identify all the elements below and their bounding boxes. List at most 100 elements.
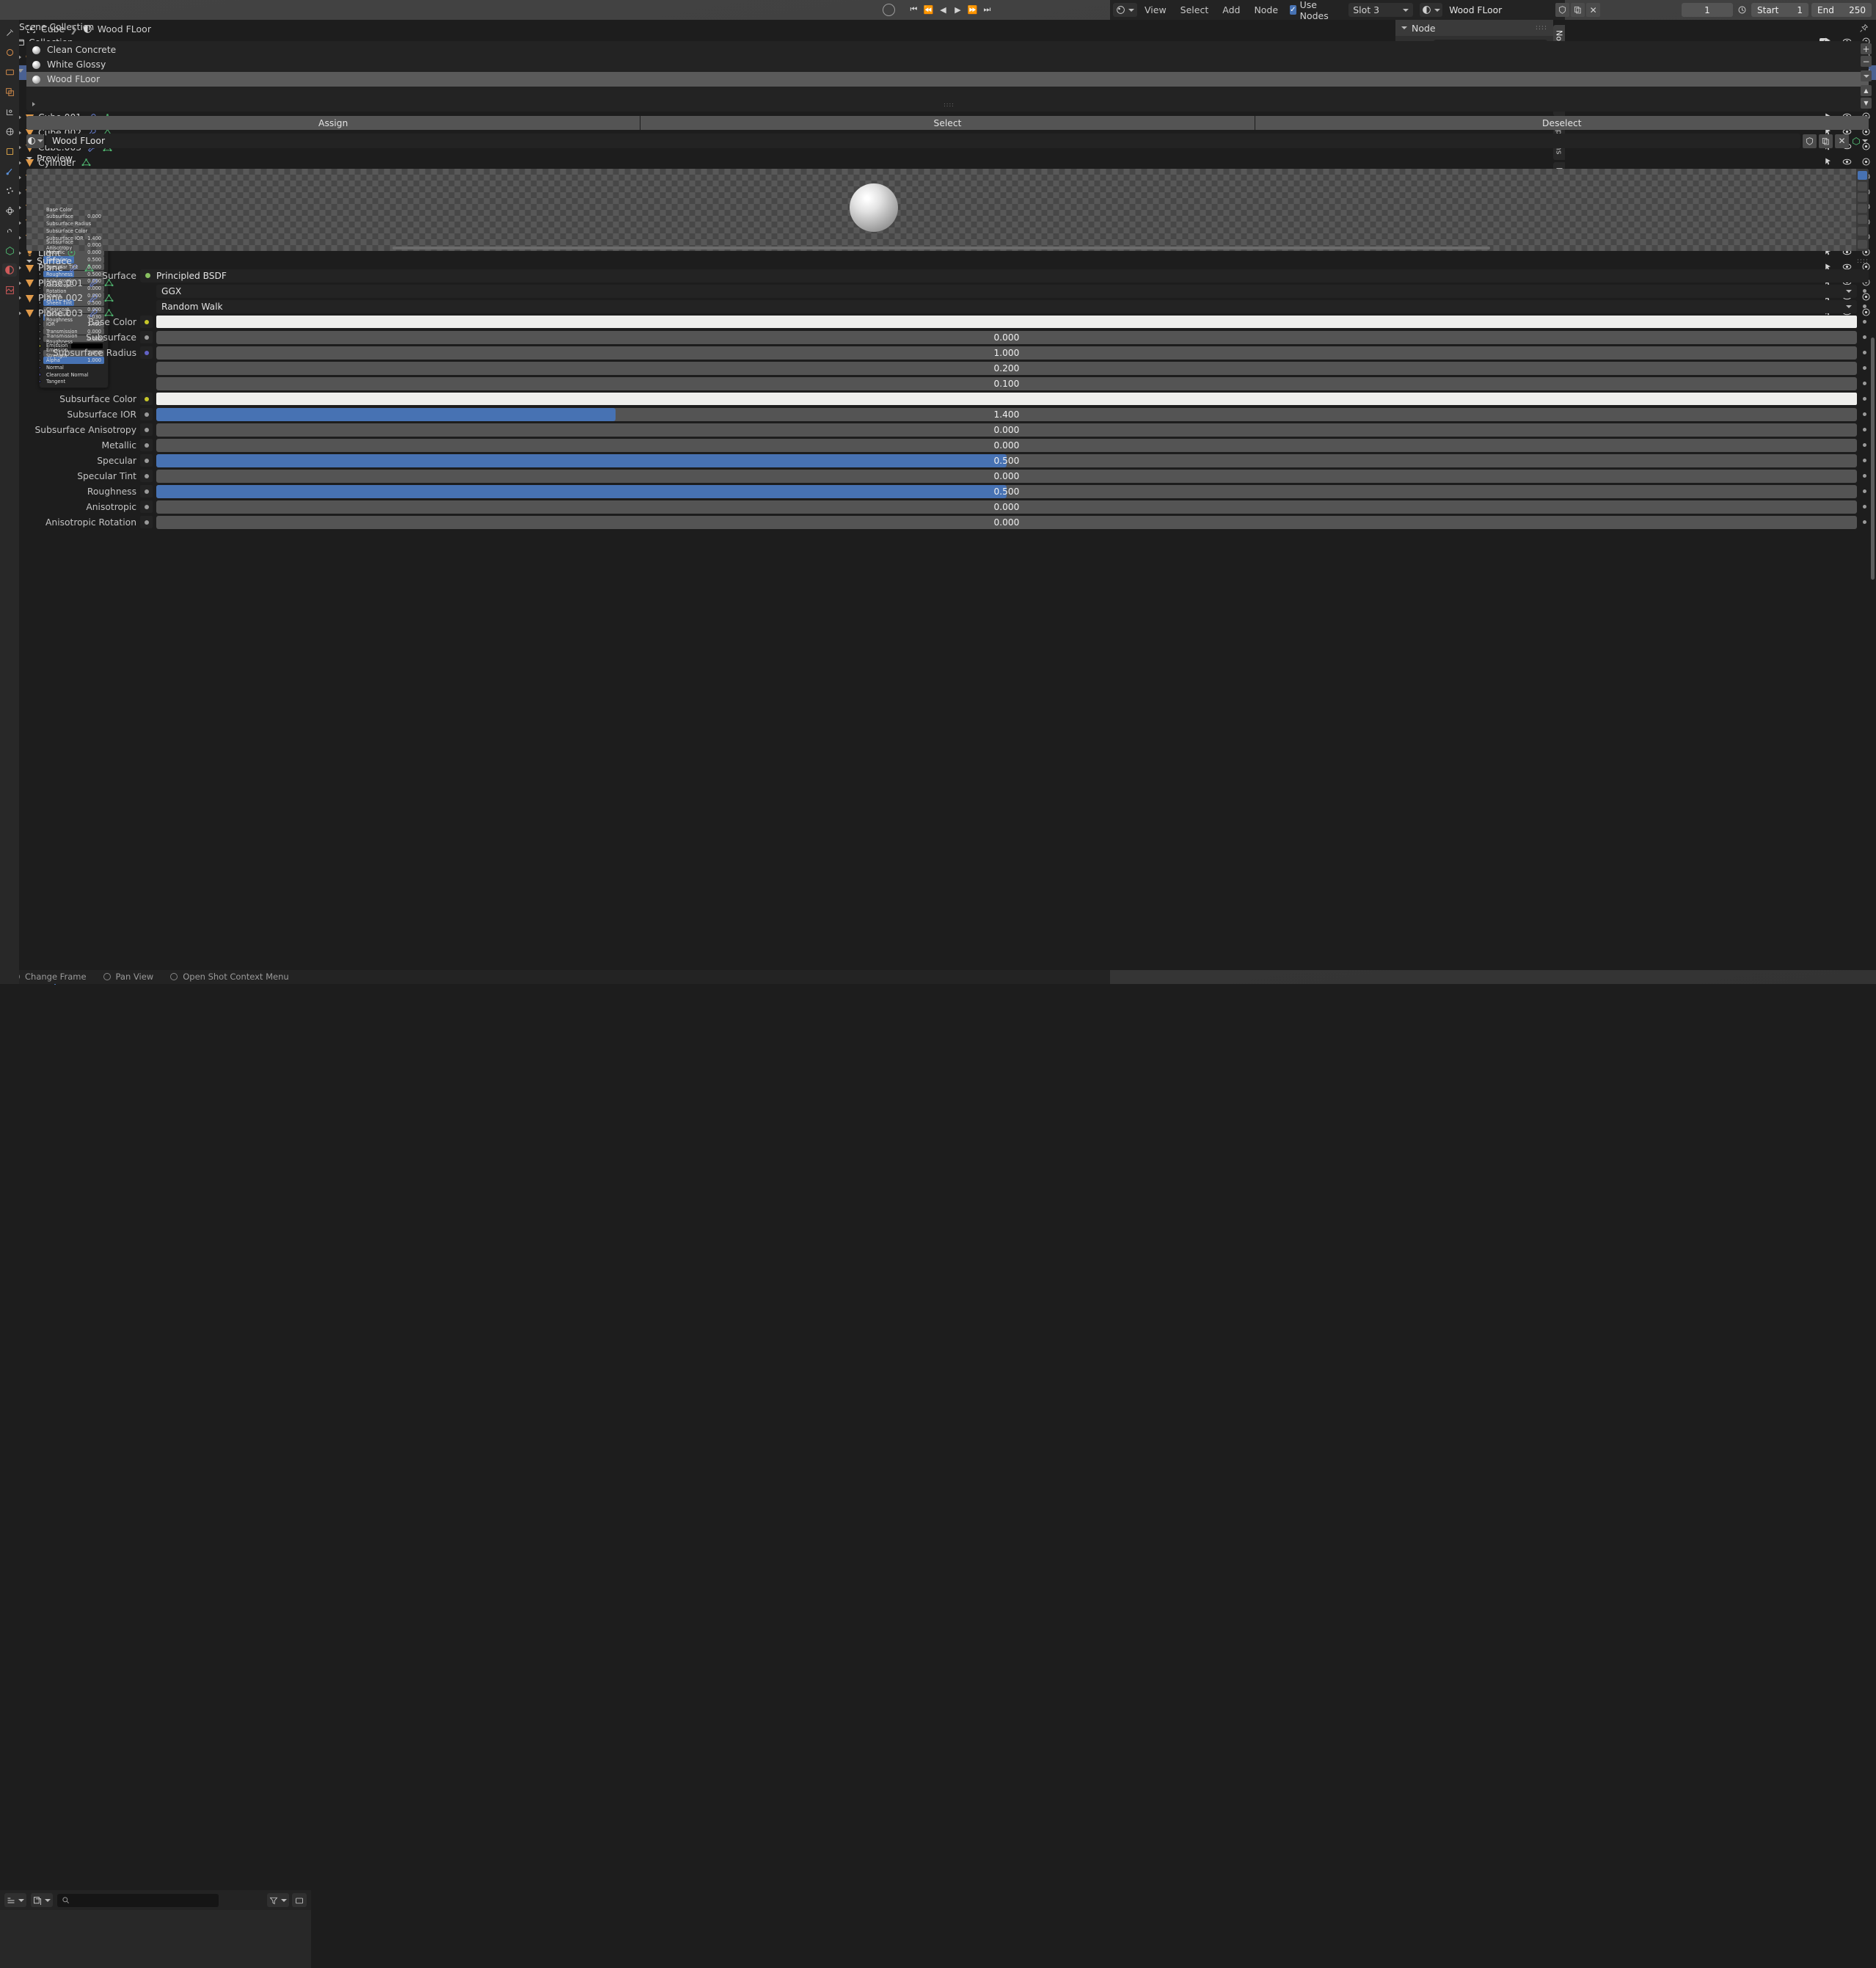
property-slider[interactable]: 0.500 [156,453,1857,467]
animate-property-icon[interactable] [1861,349,1869,357]
property-value[interactable]: 1.000 [156,346,1857,360]
outliner-display-mode-dropdown[interactable] [31,1893,53,1907]
material-slot-row[interactable]: Wood FLoor [26,72,1869,87]
animate-property-icon[interactable] [1861,318,1869,326]
surface-row-specular-tint[interactable]: Specular Tint 0.000 [26,469,1869,483]
tab-render[interactable] [2,45,17,59]
end-frame-field[interactable]: End 250 [1811,3,1872,17]
property-slider[interactable]: 0.000 [156,423,1857,437]
preview-cloth-icon[interactable] [1858,227,1867,236]
tab-world[interactable] [2,125,17,138]
input-socket-dot[interactable] [140,393,153,405]
surface-shader-select[interactable]: Principled BSDF [140,269,1869,283]
surface-row-subsurface-anisotropy[interactable]: Subsurface Anisotropy 0.000 [26,423,1869,437]
select-button[interactable]: Select [640,116,1255,130]
surface-row-metallic[interactable]: Metallic 0.000 [26,438,1869,452]
tab-physics[interactable] [2,204,17,217]
add-material-slot-button[interactable]: + [1861,43,1872,54]
property-slider[interactable]: 0.000 [156,515,1857,529]
shader-menu-add[interactable]: Add [1216,1,1247,20]
input-socket-dot[interactable] [140,331,153,343]
material-name-field[interactable]: Wood FLoor [1444,3,1555,17]
node-input-emission-strength[interactable]: Emission Strength 1.000 [40,347,104,359]
tab-texture[interactable] [2,283,17,296]
preview-fluid-icon[interactable] [1858,240,1867,249]
tab-view-layer[interactable] [2,85,17,98]
play-icon[interactable]: ▶ [952,3,964,17]
surface-row-subsurface[interactable]: Subsurface 0.000 [26,330,1869,344]
tab-material[interactable] [2,263,17,277]
preview-shaderball-icon[interactable] [1858,215,1867,224]
input-socket-dot[interactable] [140,439,153,451]
tab-constraints[interactable] [2,224,17,237]
surface-row-roughness[interactable]: Roughness 0.500 [26,484,1869,498]
material-slot-dropdown[interactable]: Slot 3 [1348,3,1414,17]
animate-property-icon[interactable] [1861,456,1869,464]
surface-row-base-color[interactable]: Base Color [26,315,1869,329]
animate-property-icon[interactable] [1861,395,1869,403]
surface-section-header[interactable]: Surface :::: [19,251,1876,269]
material-slot-row[interactable]: Clean Concrete [26,43,1869,57]
auto-key-icon[interactable] [1736,4,1748,16]
jump-start-icon[interactable]: ⏮ [908,3,920,17]
move-slot-down-button[interactable]: ▼ [1861,98,1872,109]
input-socket-dot[interactable] [140,316,153,328]
material-data-icon[interactable] [1851,134,1869,148]
tab-object[interactable] [2,145,17,158]
material-slot-row[interactable]: White Glossy [26,57,1869,72]
outliner-new-collection-icon[interactable] [292,1893,307,1907]
node-input-anisotropic-rotation[interactable]: Anisotropic Rotation 0.000 [40,283,104,294]
property-value[interactable]: 0.100 [156,376,1857,390]
prev-keyframe-icon[interactable]: ⏪ [922,3,935,17]
property-slider[interactable]: 0.000 [156,330,1857,344]
property-slider[interactable]: 0.000 [156,500,1857,514]
new-material-copy-icon[interactable] [1571,3,1585,17]
material-list-resize-grip[interactable]: :::: [26,98,1869,110]
node-input-clearcoat-roughness[interactable]: Clearcoat Roughness 0.030 [40,311,104,323]
node-input-subsurface-anisotropy[interactable]: Subsurface Anisotropy 0.000 [40,239,104,251]
breadcrumb-object[interactable]: Cube [41,23,65,34]
surface-row-option[interactable]: GGX [26,284,1869,298]
animate-property-icon[interactable] [1861,333,1869,341]
outliner-editor-type-button[interactable] [4,1893,26,1907]
property-select[interactable]: GGX [156,284,1857,298]
animate-property-icon[interactable] [1861,487,1869,495]
input-socket-dot[interactable] [140,485,153,498]
use-nodes-checkbox[interactable]: ✓ Use Nodes [1290,0,1332,21]
input-socket-dot[interactable] [140,454,153,467]
unlink-material-icon[interactable]: ✕ [1586,3,1601,17]
animate-property-icon[interactable] [1861,472,1869,480]
animate-property-icon[interactable] [1861,441,1869,449]
surface-row-subsurface-radius-2[interactable]: 0.100 [26,376,1869,390]
animate-property-icon[interactable] [1861,379,1869,387]
shader-menu-select[interactable]: Select [1174,1,1216,20]
surface-row-option[interactable]: Random Walk [26,299,1869,313]
shader-menu-node[interactable]: Node [1247,1,1285,20]
tab-tool[interactable] [2,26,17,39]
expand-icon[interactable] [32,102,35,106]
jump-end-icon[interactable]: ⏭ [981,3,993,17]
pin-icon[interactable] [1859,23,1869,35]
remove-material-slot-button[interactable]: − [1861,56,1872,67]
material-slot-list[interactable]: Clean Concrete White Glossy Wood FLoor :::… [26,41,1869,112]
property-select[interactable]: Random Walk [156,299,1857,313]
unlink-material-icon[interactable]: ✕ [1835,134,1849,148]
properties-vertical-scrollbar[interactable] [1871,338,1875,580]
property-slider[interactable]: 0.500 [156,484,1857,498]
animate-property-icon[interactable] [1861,287,1869,295]
color-swatch[interactable] [156,316,1857,328]
input-socket-dot[interactable] [140,408,153,420]
outliner-search-input[interactable] [57,1893,219,1907]
tab-scene[interactable] [2,105,17,118]
preview-section-header[interactable]: Preview [19,148,1876,166]
duplicate-material-icon[interactable] [1819,134,1833,148]
node-input-transmission-roughness[interactable]: Transmission Roughness 0.000 [40,333,104,345]
play-reverse-icon[interactable]: ◀ [937,3,949,17]
move-slot-up-button[interactable]: ▲ [1861,85,1872,96]
animate-property-icon[interactable] [1861,410,1869,418]
color-swatch[interactable] [156,393,1857,405]
tab-output[interactable] [2,65,17,79]
preview-sphere-icon[interactable] [1858,182,1867,191]
properties-content[interactable]: Cube ❯ Wood FLoor Clean Concrete White Gl… [19,20,1876,984]
surface-row-subsurface-radius-0[interactable]: Subsurface Radius 1.000 [26,346,1869,360]
